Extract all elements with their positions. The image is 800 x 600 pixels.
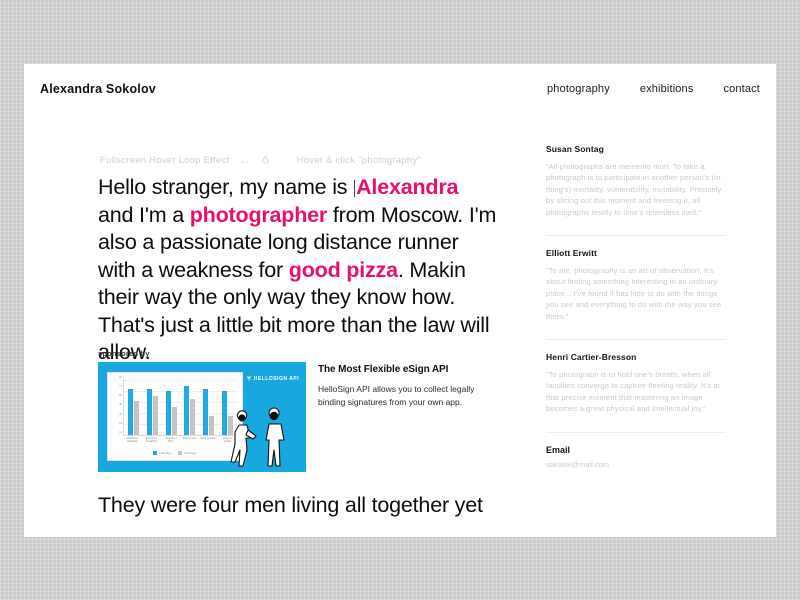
people-illustration: [230, 407, 285, 467]
quote-text: “To me, photography is an art of observa…: [546, 266, 722, 321]
hint-right-label: Hover & click "photography": [296, 154, 421, 166]
arrow-left-icon: ←: [238, 153, 251, 167]
legend-item-secondary: DocuSign: [178, 451, 197, 455]
droplet-icon: [260, 154, 271, 166]
chart-bar: [209, 416, 215, 435]
quote-author: Henri Cartier-Bresson: [546, 352, 637, 363]
ad-creative-image[interactable]: HELLOSIGN API 90 74 62 48 36 24 14 Notif…: [98, 362, 306, 472]
hellosign-logo: HELLOSIGN API: [246, 376, 299, 382]
chart-bar: [127, 388, 133, 435]
headline-accent-pizza: good pizza: [288, 257, 398, 282]
hint-left-label: Fullscreen Hover Loop Effect: [100, 154, 230, 166]
bar-group: [127, 379, 139, 435]
chart-ytick: 14: [119, 430, 122, 434]
sidebar-divider: [546, 235, 726, 237]
sidebar-divider: [546, 431, 726, 433]
headline-part-2: and I'm a: [98, 202, 190, 227]
email-block: Email sokolov@mail.com: [546, 445, 726, 469]
quote-author: Susan Sontag: [546, 144, 604, 154]
bar-group: [203, 379, 215, 435]
headline-part-1: Hello stranger, my name is: [98, 175, 354, 199]
legend-swatch-icon: [153, 451, 158, 455]
chart-ytick: 24: [119, 421, 122, 425]
chart-ytick: 62: [119, 394, 122, 398]
text-caret: [354, 180, 356, 197]
legend-item-primary: HelloSign: [153, 451, 171, 455]
chart-bar: [146, 388, 152, 435]
chart-xtick: Ease of Use: [182, 437, 197, 440]
legend-label: DocuSign: [184, 451, 197, 455]
chart-bar: [203, 388, 209, 435]
chart-bar: [165, 391, 171, 435]
sponsored-ad[interactable]: sponsored by HELLOSIGN API 90 74 62 48 3…: [98, 349, 498, 472]
chart-xtick: Enterprise Scalability: [145, 437, 158, 444]
email-value[interactable]: sokolov@mail.com: [546, 460, 726, 469]
quote-author: Elliott Erwitt: [546, 248, 597, 259]
quotes-sidebar: Susan Sontag “All photographs are mement…: [546, 144, 726, 469]
hellosign-logo-text: HELLOSIGN API: [253, 376, 299, 382]
quote-text: “To photograph is to hold one’s breath, …: [546, 370, 720, 414]
quote-block: Elliott Erwitt “To me, photography is an…: [546, 248, 726, 322]
bar-group: [146, 379, 158, 435]
nav-link-exhibitions[interactable]: exhibitions: [640, 83, 694, 95]
intro-headline: Hello stranger, my name is Alexandra and…: [98, 174, 498, 367]
site-header: Alexandra Sokolov photography exhibition…: [24, 64, 776, 114]
quote-text: “All photographs are memento mori. To ta…: [546, 162, 722, 217]
chart-bar: [171, 407, 177, 435]
ad-text-block: The Most Flexible eSign API HelloSign AP…: [318, 362, 498, 408]
quote-block: Susan Sontag “All photographs are mement…: [546, 144, 726, 218]
bar-group: [165, 379, 177, 435]
chart-xtick: Ease of Admin: [200, 437, 217, 440]
ad-description: HelloSign API allows you to collect lega…: [318, 384, 475, 407]
chart-y-axis: 90 74 62 48 36 24 14: [110, 376, 122, 434]
secondary-headline: They were four men living all together y…: [98, 493, 483, 517]
sidebar-divider: [546, 339, 726, 341]
email-label: Email: [546, 444, 571, 455]
chart-plot-area: [123, 379, 237, 436]
headline-accent-role: photographer: [189, 202, 328, 227]
quote-block: Henri Cartier-Bresson “To photograph is …: [546, 352, 726, 415]
nav-link-contact[interactable]: contact: [723, 83, 760, 95]
chart-x-axis: Notification Reliability Enterprise Scala…: [123, 437, 237, 449]
ad-body: HELLOSIGN API 90 74 62 48 36 24 14 Notif…: [98, 362, 498, 472]
chart-bar: [184, 386, 190, 435]
main-navigation: photography exhibitions contact: [547, 83, 760, 95]
chart-ytick: 36: [119, 412, 122, 416]
ad-sponsor-label: sponsored by: [98, 349, 150, 358]
chart-bar: [190, 398, 196, 435]
nav-link-photography[interactable]: photography: [547, 83, 610, 95]
headline-accent-name: Alexandra: [356, 175, 459, 199]
legend-label: HelloSign: [159, 451, 172, 455]
chart-ytick: 74: [119, 385, 122, 389]
chart-bar: [133, 400, 139, 435]
chart-ytick: 90: [119, 376, 122, 379]
webpage-canvas: Alexandra Sokolov photography exhibition…: [24, 64, 776, 537]
chart-bar: [152, 396, 158, 435]
chart-ytick: 48: [119, 403, 122, 407]
site-brand[interactable]: Alexandra Sokolov: [40, 82, 156, 96]
chart-xtick: Integration APIs: [164, 437, 177, 444]
legend-swatch-icon: [178, 451, 183, 455]
intro-section: Hello stranger, my name is Alexandra and…: [98, 174, 498, 367]
hellosign-mark-icon: [246, 376, 252, 382]
bar-group: [184, 379, 196, 435]
ad-title: The Most Flexible eSign API: [318, 364, 449, 375]
hint-bar: Fullscreen Hover Loop Effect ← Hover & c…: [100, 154, 421, 166]
chart-xtick: Notification Reliability: [126, 437, 139, 444]
